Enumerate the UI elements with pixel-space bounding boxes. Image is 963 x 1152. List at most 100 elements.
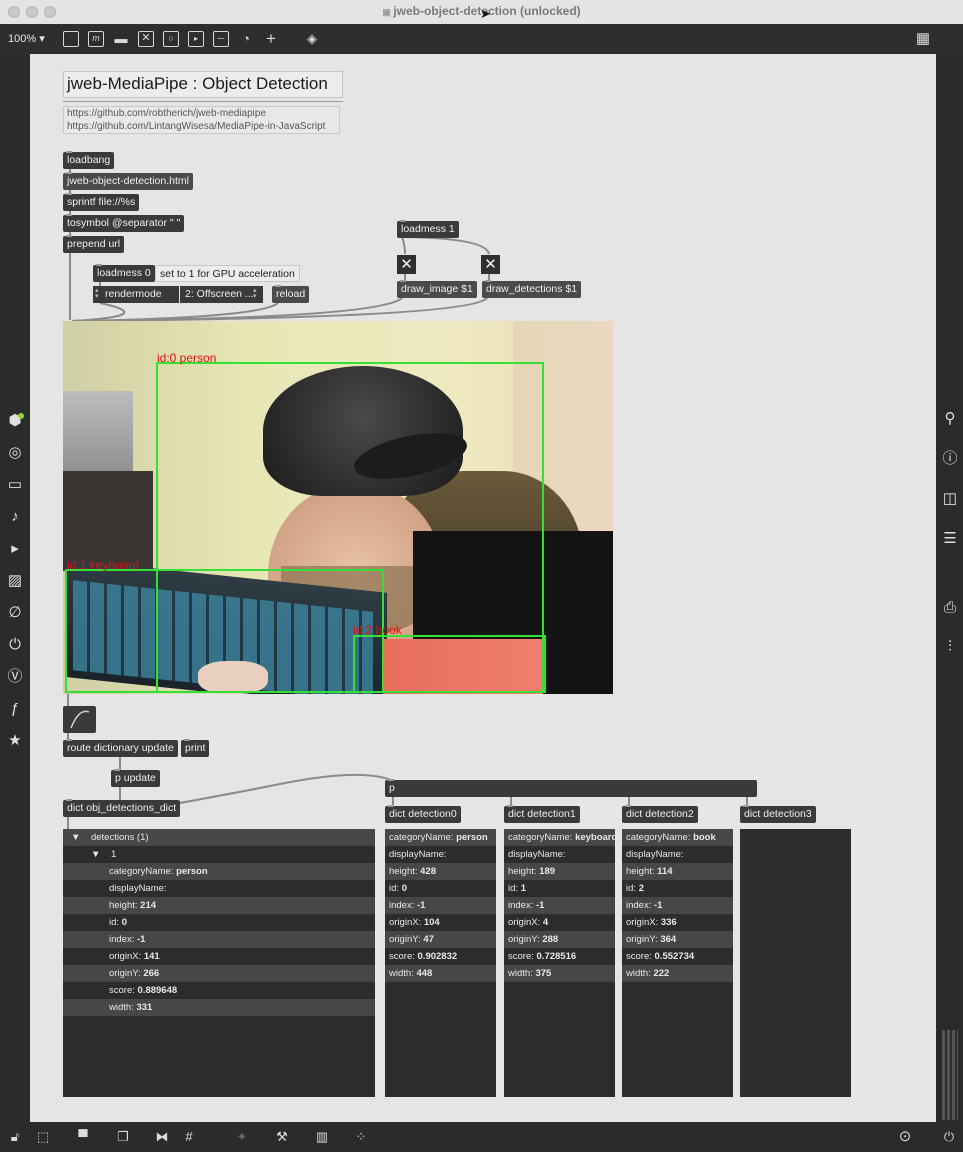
dict-entry-row[interactable]: displayName: xyxy=(63,880,375,897)
tosymbol-object[interactable]: tosymbol @separator " " xyxy=(63,214,185,232)
dict-entry-row[interactable]: originY: 266 xyxy=(63,965,375,982)
dict-entry-row[interactable]: originY: 364 xyxy=(622,931,733,948)
dict-view-detection2[interactable]: categoryName: book displayName: height: 1… xyxy=(622,829,733,1097)
dict-entry-key: width: xyxy=(626,968,654,979)
dict-entry-row[interactable]: originX: 141 xyxy=(63,948,375,965)
dict-entry-row[interactable]: score: 0.728516 xyxy=(504,948,615,965)
dict-entry-key: originX: xyxy=(109,951,144,962)
bbox-label-person: id:0 person xyxy=(157,351,217,365)
dict-index-row[interactable]: ▼ 1 xyxy=(63,846,375,863)
dict-view-detection3[interactable] xyxy=(740,829,851,1097)
draw-detections-message[interactable]: draw_detections $1 xyxy=(482,280,582,298)
dict-entry-row[interactable]: originY: 47 xyxy=(385,931,496,948)
dict-entry-key: index: xyxy=(508,900,536,911)
dict-entry-row[interactable]: categoryName: book xyxy=(622,829,733,846)
dict-entry-row[interactable]: width: 448 xyxy=(385,965,496,982)
dots-grid-icon[interactable]: ⁘ xyxy=(352,1129,370,1145)
dict-entry-value: 2 xyxy=(638,883,644,894)
dict-entry-row[interactable]: index: -1 xyxy=(622,897,733,914)
debug-icon[interactable]: ✦ xyxy=(233,1129,251,1145)
select-icon[interactable]: ⬚ xyxy=(34,1129,52,1145)
dict-entry-row[interactable]: height: 428 xyxy=(385,863,496,880)
loadmess-1-object[interactable]: loadmess 1 xyxy=(397,220,459,238)
presentation-icon[interactable]: ▀ xyxy=(74,1129,92,1145)
dict-entry-row[interactable]: id: 0 xyxy=(63,914,375,931)
menu-arrows-icon: ▴ ▾ xyxy=(253,287,257,300)
reload-message[interactable]: reload xyxy=(272,285,310,303)
dict-entry-row[interactable]: score: 0.902832 xyxy=(385,948,496,965)
rendermode-attribute[interactable]: rendermode xyxy=(93,286,179,303)
dict-entry-key: originX: xyxy=(389,917,424,928)
dict-detection3-object[interactable]: dict detection3 xyxy=(740,805,816,823)
dict-entry-key: width: xyxy=(109,1002,137,1013)
dict-entry-row[interactable]: width: 375 xyxy=(504,965,615,982)
dict-entry-row[interactable]: originX: 4 xyxy=(504,914,615,931)
p-object[interactable]: p xyxy=(385,779,757,797)
dict-entry-row[interactable]: id: 1 xyxy=(504,880,615,897)
dict-entry-value: 0.728516 xyxy=(536,951,577,962)
dict-entry-value: -1 xyxy=(654,900,663,911)
link-lintangwisesa[interactable]: https://github.com/LintangWisesa/MediaPi… xyxy=(67,121,325,132)
dict-entry-row[interactable]: id: 2 xyxy=(622,880,733,897)
dict-entry-row[interactable]: originX: 336 xyxy=(622,914,733,931)
dict-root-row[interactable]: ▼ detections (1) xyxy=(63,829,375,846)
disclosure-triangle-icon[interactable]: ▼ xyxy=(71,832,80,843)
dict-entry-row[interactable]: width: 222 xyxy=(622,965,733,982)
dict-entry-row[interactable]: id: 0 xyxy=(385,880,496,897)
dict-entry-row[interactable]: score: 0.889648 xyxy=(63,982,375,999)
draw-image-toggle[interactable]: ✕ xyxy=(397,255,416,274)
dict-entry-row[interactable]: originY: 288 xyxy=(504,931,615,948)
dict-entry-row[interactable]: categoryName: person xyxy=(385,829,496,846)
play-circle-icon[interactable]: ⊙ xyxy=(896,1129,914,1145)
loadbang-object[interactable]: loadbang xyxy=(63,151,115,169)
disclosure-triangle-icon[interactable]: ▼ xyxy=(91,849,100,860)
dict-entry-value: -1 xyxy=(536,900,545,911)
print-object[interactable]: print xyxy=(181,739,210,757)
dict-entry-row[interactable]: index: -1 xyxy=(385,897,496,914)
lock-icon[interactable]: 🔓︎ xyxy=(6,1129,24,1145)
dict-entry-row[interactable]: width: 331 xyxy=(63,999,375,1016)
dict-view-detection1[interactable]: categoryName: keyboard displayName: heigh… xyxy=(504,829,615,1097)
loadmess-0-object[interactable]: loadmess 0 xyxy=(93,264,155,282)
dict-main-object[interactable]: dict obj_detections_dict xyxy=(63,799,181,817)
dict-entry-row[interactable]: categoryName: person xyxy=(63,863,375,880)
dict-entry-row[interactable]: index: -1 xyxy=(504,897,615,914)
dict-view-main[interactable]: ▼ detections (1) ▼ 1 categoryName: perso… xyxy=(63,829,375,1097)
dict-index-label: 1 xyxy=(110,849,117,860)
dict-view-detection0[interactable]: categoryName: person displayName: height:… xyxy=(385,829,496,1097)
dict-detection0-object[interactable]: dict detection0 xyxy=(385,805,461,823)
dict-entry-value: 47 xyxy=(423,934,434,945)
prepend-url-object[interactable]: prepend url xyxy=(63,235,125,253)
dict-entry-row[interactable]: score: 0.552734 xyxy=(622,948,733,965)
dict-entry-row[interactable]: displayName: xyxy=(504,846,615,863)
dict-entry-row[interactable]: originX: 104 xyxy=(385,914,496,931)
dict-detection2-object[interactable]: dict detection2 xyxy=(622,805,698,823)
bbox-keyboard xyxy=(65,569,384,693)
link-robtherich[interactable]: https://github.com/robtherich/jweb-media… xyxy=(67,108,266,119)
draw-detections-toggle[interactable]: ✕ xyxy=(481,255,500,274)
sprintf-object[interactable]: sprintf file://%s xyxy=(63,193,140,211)
wrench-icon[interactable]: ⚒ xyxy=(273,1129,291,1145)
dict-entry-value: 141 xyxy=(143,951,160,962)
grid-icon[interactable]: # xyxy=(180,1129,198,1145)
dict-entry-key: score: xyxy=(389,951,418,962)
dict-entry-row[interactable]: categoryName: keyboard xyxy=(504,829,615,846)
dict-detection1-object[interactable]: dict detection1 xyxy=(504,805,580,823)
route-object[interactable]: route dictionary update xyxy=(63,739,178,757)
draw-image-message[interactable]: draw_image $1 xyxy=(397,280,477,298)
dict-entry-row[interactable]: height: 114 xyxy=(622,863,733,880)
dict-entry-row[interactable]: displayName: xyxy=(385,846,496,863)
dict-entry-row[interactable]: displayName: xyxy=(622,846,733,863)
piano-icon[interactable]: ▥ xyxy=(313,1129,331,1145)
dict-entry-row[interactable]: height: 214 xyxy=(63,897,375,914)
power-icon[interactable]: ⏻ xyxy=(940,1129,958,1145)
dict-entry-row[interactable]: height: 189 xyxy=(504,863,615,880)
dict-entry-row[interactable]: index: -1 xyxy=(63,931,375,948)
rendermode-menu[interactable]: 2: Offscreen ... xyxy=(180,286,263,303)
dict-entry-value: 0.902832 xyxy=(417,951,458,962)
snap-icon[interactable]: ⧓ xyxy=(153,1129,171,1145)
layers-icon[interactable]: ❐ xyxy=(114,1129,132,1145)
p-update-object[interactable]: p update xyxy=(111,769,160,787)
dict-entry-value: 114 xyxy=(657,866,673,877)
html-file-message[interactable]: jweb-object-detection.html xyxy=(63,172,193,190)
